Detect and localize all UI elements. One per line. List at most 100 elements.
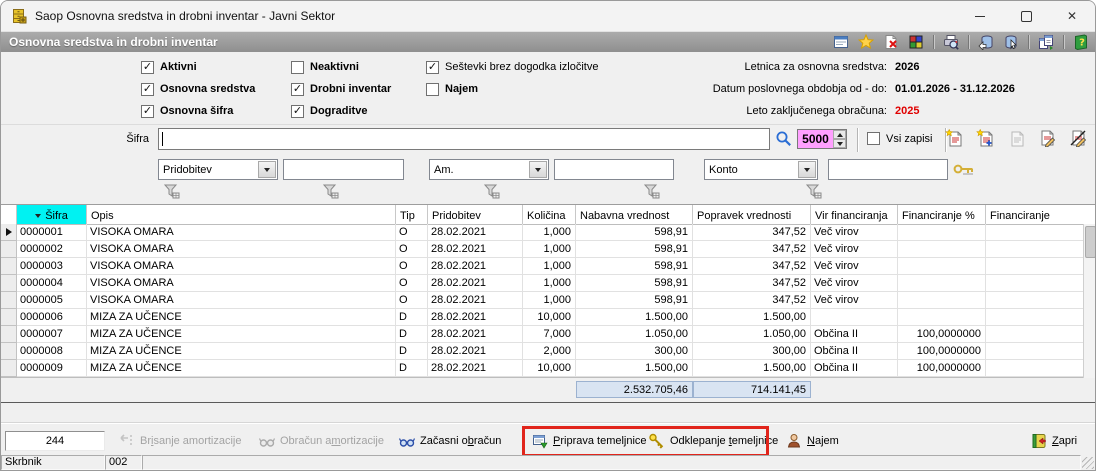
column-header-fin_pct[interactable]: Financiranje %: [898, 205, 986, 224]
column-header-label: Šifra: [45, 210, 68, 222]
form-icon[interactable]: [833, 34, 849, 50]
column-header-popravek[interactable]: Popravek vrednosti: [693, 205, 811, 224]
cell-tip: D: [396, 326, 428, 343]
filter-field-2[interactable]: [554, 159, 674, 180]
dropdown-button[interactable]: [529, 161, 547, 178]
vertical-scrollbar[interactable]: [1083, 224, 1095, 378]
cell-opis: MIZA ZA UČENCE: [87, 326, 396, 343]
checkbox-box[interactable]: ✓: [426, 60, 439, 74]
cube-icon[interactable]: [908, 34, 924, 50]
cell-kolicina: 1,000: [523, 224, 576, 241]
print-preview-icon[interactable]: [943, 34, 959, 50]
filter-combo-3[interactable]: Konto: [704, 159, 818, 180]
spin-down-button[interactable]: [833, 139, 846, 148]
table-row[interactable]: 0000005 VISOKA OMARA O 28.02.2021 1,000 598,9…: [1, 292, 1084, 309]
spin-up-button[interactable]: [833, 130, 846, 139]
odklepanje-temeljnice-button[interactable]: Odklepanje temeljnice: [649, 430, 778, 452]
column-header-pridobitev[interactable]: Pridobitev: [428, 205, 523, 224]
table-row[interactable]: 0000004 VISOKA OMARA O 28.02.2021 1,000 598,9…: [1, 275, 1084, 292]
filter-combo-1[interactable]: Pridobitev: [158, 159, 278, 180]
checkbox-label: Najem: [445, 83, 479, 95]
cell-sifra: 0000008: [17, 343, 87, 360]
zapri-button[interactable]: Zapri: [1031, 430, 1077, 452]
checkbox-box[interactable]: [291, 60, 304, 74]
table-row[interactable]: 0000003 VISOKA OMARA O 28.02.2021 1,000 598,9…: [1, 258, 1084, 275]
delete-document-icon[interactable]: [883, 34, 899, 50]
checkbox-aktivni[interactable]: ✓ Aktivni: [141, 56, 291, 78]
person-icon: [787, 434, 801, 448]
copy-record-icon[interactable]: [976, 129, 994, 147]
checkbox-osnovna-ifra[interactable]: ✓ Osnovna šifra: [141, 100, 291, 122]
checkbox-box[interactable]: [867, 132, 880, 145]
column-header-nabavna[interactable]: Nabavna vrednost: [576, 205, 693, 224]
help-icon[interactable]: ?: [1073, 34, 1089, 50]
current-row-marker-icon: [5, 228, 12, 236]
new-record-icon[interactable]: [945, 129, 963, 147]
checkbox-box[interactable]: ✓: [141, 60, 154, 74]
funnel-filter-icon[interactable]: [644, 184, 660, 199]
export-data-icon[interactable]: [978, 34, 994, 50]
column-header-label: Tip: [400, 210, 415, 222]
filter-combo-2[interactable]: Am.: [429, 159, 549, 180]
minimize-button[interactable]: [957, 1, 1003, 31]
record-limit-spinner[interactable]: 5000: [797, 129, 847, 149]
najem-button[interactable]: Najem: [786, 430, 839, 452]
checkbox-najem[interactable]: Najem: [426, 78, 598, 100]
select-data-icon[interactable]: [1003, 34, 1019, 50]
cell-fin_pct: 100,0000000: [898, 326, 986, 343]
favorites-star-icon[interactable]: [858, 34, 874, 50]
table-row[interactable]: 0000006 MIZA ZA UČENCE D 28.02.2021 10,000 1.…: [1, 309, 1084, 326]
table-row[interactable]: 0000001 VISOKA OMARA O 28.02.2021 1,000 598,9…: [1, 224, 1084, 241]
filter-field-1[interactable]: [283, 159, 404, 180]
total-popravek: 714.141,45: [693, 381, 811, 398]
checkbox-box[interactable]: ✓: [141, 104, 154, 118]
filter-field-3[interactable]: [828, 159, 948, 180]
priprava-temeljnice-button[interactable]: Priprava temeljnice: [532, 430, 647, 452]
checkbox-box[interactable]: ✓: [291, 104, 304, 118]
dropdown-button[interactable]: [258, 161, 276, 178]
cell-tip: O: [396, 241, 428, 258]
funnel-filter-icon[interactable]: [484, 184, 500, 199]
column-header-tip[interactable]: Tip: [396, 205, 428, 224]
column-header-vir[interactable]: Vir financiranja: [811, 205, 898, 224]
checkbox-dograditve[interactable]: ✓ Dograditve: [291, 100, 426, 122]
search-input[interactable]: [158, 128, 770, 150]
funnel-filter-icon[interactable]: [164, 184, 180, 199]
checkbox-box[interactable]: [426, 82, 439, 96]
search-icon[interactable]: [775, 130, 793, 148]
journal-window-icon: [533, 435, 548, 449]
close-button[interactable]: ✕: [1049, 1, 1095, 31]
checkbox-neaktivni[interactable]: Neaktivni: [291, 56, 426, 78]
column-header-fin[interactable]: Financiranje: [986, 205, 1084, 224]
edit-lock-icon[interactable]: [1069, 129, 1087, 147]
column-header-opis[interactable]: Opis: [87, 205, 396, 224]
scrollbar-thumb[interactable]: [1085, 226, 1095, 258]
all-records-checkbox[interactable]: Vsi zapisi: [867, 132, 932, 145]
funnel-filter-icon[interactable]: [806, 184, 822, 199]
checkbox-se-tevki-brez-dogodka-izlo-itve[interactable]: ✓ Seštevki brez dogodka izločitve: [426, 56, 598, 78]
checkbox-drobni-inventar[interactable]: ✓ Drobni inventar: [291, 78, 426, 100]
key-icon[interactable]: [953, 163, 977, 177]
column-header-kolicina[interactable]: Količina: [523, 205, 576, 224]
funnel-filter-icon[interactable]: [323, 184, 339, 199]
cell-vir: Več virov: [811, 258, 898, 275]
table-row[interactable]: 0000002 VISOKA OMARA O 28.02.2021 1,000 598,9…: [1, 241, 1084, 258]
resize-grip[interactable]: [1082, 457, 1094, 469]
table-row[interactable]: 0000007 MIZA ZA UČENCE D 28.02.2021 7,000 1.0…: [1, 326, 1084, 343]
checkbox-box[interactable]: ✓: [141, 82, 154, 96]
edit-record-icon[interactable]: [1038, 129, 1056, 147]
cell-fin: [986, 326, 1084, 343]
cell-pridobitev: 28.02.2021: [428, 224, 523, 241]
maximize-button[interactable]: [1003, 1, 1049, 31]
table-row[interactable]: 0000008 MIZA ZA UČENCE D 28.02.2021 2,000 300…: [1, 343, 1084, 360]
copy-structure-icon[interactable]: [1038, 34, 1054, 50]
table-row[interactable]: 0000009 MIZA ZA UČENCE D 28.02.2021 10,000 1.…: [1, 360, 1084, 377]
cell-opis: MIZA ZA UČENCE: [87, 343, 396, 360]
column-header-label: Financiranje %: [902, 210, 975, 222]
dropdown-button[interactable]: [798, 161, 816, 178]
info-label: Leto zaključenega obračuna:: [746, 105, 887, 117]
checkbox-osnovna-sredstva[interactable]: ✓ Osnovna sredstva: [141, 78, 291, 100]
checkbox-box[interactable]: ✓: [291, 82, 304, 96]
column-header-sifra[interactable]: Šifra: [17, 205, 87, 224]
zacasni-obracun-button[interactable]: Začasni obračun: [399, 430, 501, 452]
